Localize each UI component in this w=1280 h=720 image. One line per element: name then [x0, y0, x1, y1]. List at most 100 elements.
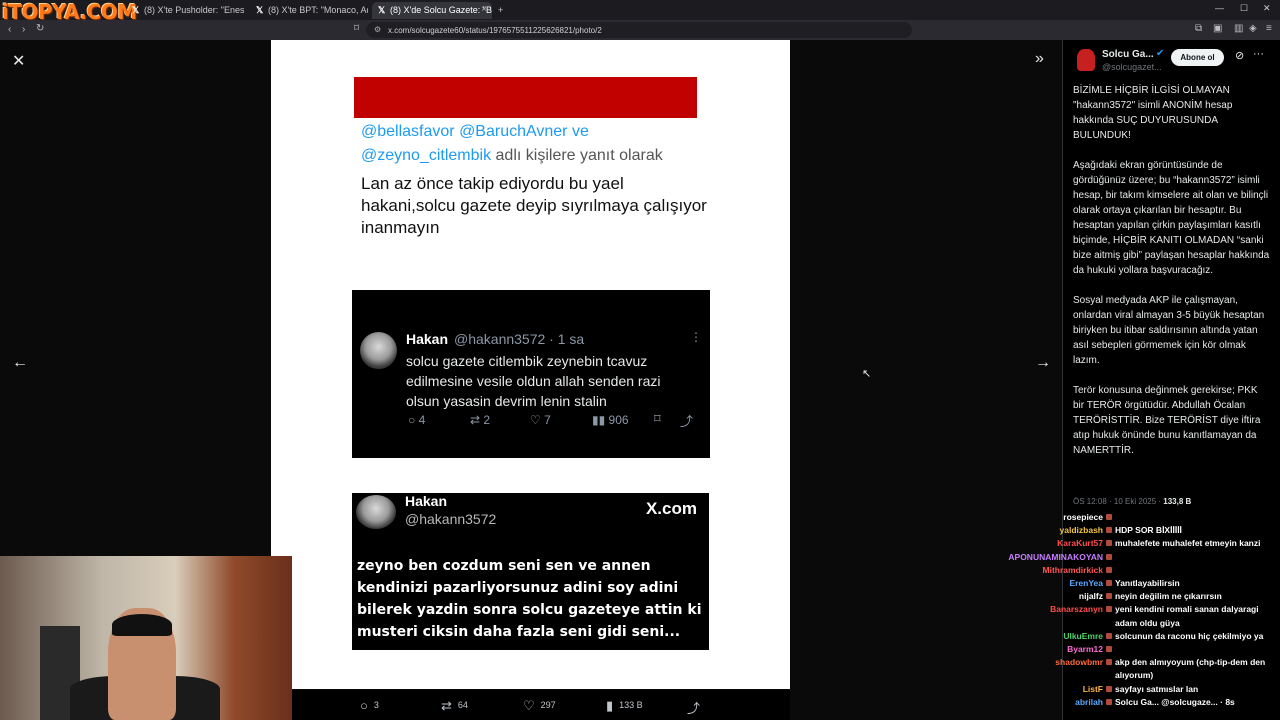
tweet-meta: ÖS 12:08 · 10 Eki 2025 · 133,8 B	[1073, 497, 1191, 506]
chat-message: adam oldu güya	[998, 618, 1280, 629]
grok-icon[interactable]: ⊘	[1235, 49, 1244, 62]
menu-icon[interactable]: ≡	[1266, 23, 1272, 34]
verified-icon: ✔	[1156, 48, 1165, 59]
chat-message: Mithramdirkick	[998, 565, 1280, 576]
chat-message: UlkuEmre solcunun da raconu hiç çekilmiyo…	[998, 631, 1280, 642]
sidebar-icon[interactable]: ▥	[1234, 23, 1243, 34]
reply-button[interactable]: ○ 3	[360, 698, 379, 713]
chat-username[interactable]: APONUNAMINAKOYAN	[998, 552, 1106, 563]
chat-username[interactable]: KaraKurt57	[998, 538, 1106, 549]
bookmark-icon: ⌑	[654, 411, 661, 426]
chat-badge-icon	[1106, 553, 1112, 560]
chat-username[interactable]: yaldizbash	[998, 525, 1106, 536]
tweet-body: BİZİMLE HİÇBİR İLGİSİ OLMAYAN "hakann357…	[1073, 83, 1271, 473]
tab-pusholder[interactable]: 𝕏 (8) X'te Pusholder: "Enes Batur, "Hay.…	[126, 2, 244, 19]
chat-text: adam oldu güya	[1115, 617, 1180, 628]
chat-message: ErenYea Yanıtlayabilirsin	[998, 578, 1280, 589]
extensions-icon[interactable]: ⧉	[1195, 23, 1202, 34]
share-button[interactable]: ⤴	[687, 698, 706, 717]
card-text: solcu gazete citlembik zeynebin tcavuz e…	[406, 353, 661, 409]
tab-title: (8) X'de Solcu Gazete: "BİZİMLE İ...	[390, 5, 492, 15]
views-icon: ▮▮	[592, 413, 609, 427]
wallet-icon[interactable]: ▣	[1213, 23, 1222, 34]
reload-icon[interactable]: ↻	[36, 23, 44, 34]
retweet-count-value: 64	[457, 700, 468, 710]
new-tab-button[interactable]: +	[494, 2, 510, 19]
chat-badge-icon	[1106, 566, 1112, 573]
chat-text: yeni kendini romali sanan dalyaragi	[1115, 604, 1259, 615]
minimize-icon[interactable]: —	[1215, 3, 1224, 13]
chat-username[interactable]: Byarm12	[998, 644, 1106, 655]
chat-username[interactable]: Banarszanyn	[998, 604, 1106, 615]
reply-count-value: 3	[373, 700, 379, 710]
more-icon[interactable]: ···	[1253, 48, 1264, 60]
chat-username[interactable]: shadowbmr	[998, 657, 1106, 668]
chat-username[interactable]: nijalfz	[998, 591, 1106, 602]
chat-message: Banarszanyn yeni kendini romali sanan dal…	[998, 604, 1280, 615]
chat-username[interactable]: Mithramdirkick	[998, 565, 1106, 576]
share-icon: ⤴	[687, 701, 701, 716]
back-icon[interactable]: ‹	[8, 24, 11, 35]
retweet-button[interactable]: ⇄ 64	[441, 698, 468, 714]
retweet-icon: ⇄	[470, 413, 484, 427]
chat-text: muhalefete muhalefet etmeyin kanzi	[1115, 538, 1261, 549]
chevron-left-icon[interactable]: ←	[12, 354, 28, 372]
views-button[interactable]: ▮ 133 B	[606, 698, 643, 714]
chat-message: ListF sayfayı satmıslar lan	[998, 684, 1280, 695]
close-icon[interactable]: ✕	[12, 51, 25, 71]
tweet-timestamp[interactable]: ÖS 12:08 · 10 Eki 2025 ·	[1073, 497, 1163, 506]
chat-message: nijalfz neyin değilim ne çıkarırsın	[998, 591, 1280, 602]
author-name[interactable]: Solcu Ga...	[1102, 49, 1154, 60]
vpn-icon[interactable]: ◈	[1249, 23, 1257, 34]
like-count-value: 7	[544, 413, 551, 427]
chat-badge-icon	[1106, 646, 1112, 652]
tab-title: (8) X'te Pusholder: "Enes Batur, "Hay...	[144, 5, 244, 15]
quoted-reply-text: Lan az önce takip ediyordu bu yael hakan…	[361, 174, 707, 237]
chat-message: Byarm12	[998, 644, 1280, 655]
bookmark-page-icon[interactable]: ⌑	[354, 23, 359, 34]
forward-icon[interactable]: ›	[22, 24, 25, 35]
avatar[interactable]	[1077, 49, 1095, 71]
tweet-paragraph: BİZİMLE HİÇBİR İLGİSİ OLMAYAN "hakann357…	[1073, 85, 1233, 141]
maximize-icon[interactable]: ☐	[1240, 3, 1248, 14]
double-chevron-right-icon[interactable]: »	[1035, 50, 1044, 68]
chat-text: Solcu Ga... @solcugaze... · 8s	[1115, 696, 1235, 707]
retweet-icon: ⇄	[441, 698, 452, 713]
screenshot-x-card: Hakan @hakann3572 X.com zeyno ben cozdum…	[352, 493, 709, 650]
share-icon: ⤴	[680, 414, 694, 429]
chat-text: HDP SOR BİXİİİİİ	[1115, 525, 1182, 536]
webcam-feed	[0, 556, 292, 720]
mouse-cursor-icon: ↖	[862, 368, 872, 380]
tab-bpt[interactable]: 𝕏 (8) X'te BPT: "Monaco, Adolf Hitler'..…	[250, 2, 368, 19]
chat-username[interactable]: abrilah	[998, 697, 1106, 708]
tweet-photo[interactable]: @bellasfavor @BaruchAvner ve @zeyno_citl…	[271, 40, 790, 689]
window-close-icon[interactable]: ✕	[1263, 3, 1271, 14]
tab-solcu-gazete[interactable]: 𝕏 (8) X'de Solcu Gazete: "BİZİMLE İ... ×	[372, 2, 492, 19]
like-count: ♡ 7	[530, 413, 551, 427]
url-text: x.com/solcugazete60/status/1976575511225…	[388, 26, 602, 35]
url-bar[interactable]: ⚙ x.com/solcugazete60/status/19765755112…	[366, 22, 912, 38]
chat-username[interactable]: UlkuEmre	[998, 631, 1106, 642]
chat-message: shadowbmr akp den almıyoyum (chp-tip-dem …	[998, 657, 1280, 668]
tweet-views: 133,8 B	[1163, 497, 1192, 506]
like-button[interactable]: ♡ 297	[523, 698, 556, 714]
avatar	[356, 495, 396, 529]
chevron-right-icon[interactable]: →	[1035, 354, 1051, 372]
like-icon: ♡	[523, 698, 535, 713]
author-handle[interactable]: @solcugazet...	[1102, 62, 1162, 72]
tab-strip: iTOPYA.COM 𝕏 (8) X'te Pusholder: "Enes B…	[0, 0, 1280, 24]
chat-username[interactable]: ErenYea	[998, 578, 1106, 589]
reply-icon: ○	[408, 413, 419, 427]
chat-username[interactable]: rosepiece	[998, 512, 1106, 523]
tweet-paragraph: Aşağıdaki ekran görüntüsünde de gördüğün…	[1073, 160, 1270, 276]
chat-username[interactable]: ListF	[998, 684, 1106, 695]
avatar	[360, 332, 397, 369]
tweet-paragraph: Sosyal medyada AKP ile çalışmayan, onlar…	[1073, 295, 1265, 366]
browser-chrome: iTOPYA.COM 𝕏 (8) X'te Pusholder: "Enes B…	[0, 0, 1280, 40]
tab-close-icon[interactable]: ×	[481, 4, 487, 15]
chat-badge-icon	[1106, 606, 1112, 613]
redacted-bar	[354, 77, 697, 118]
chat-text: alıyorum)	[1115, 670, 1154, 681]
subscribe-button[interactable]: Abone ol	[1171, 49, 1224, 66]
reply-icon: ○	[360, 698, 368, 713]
